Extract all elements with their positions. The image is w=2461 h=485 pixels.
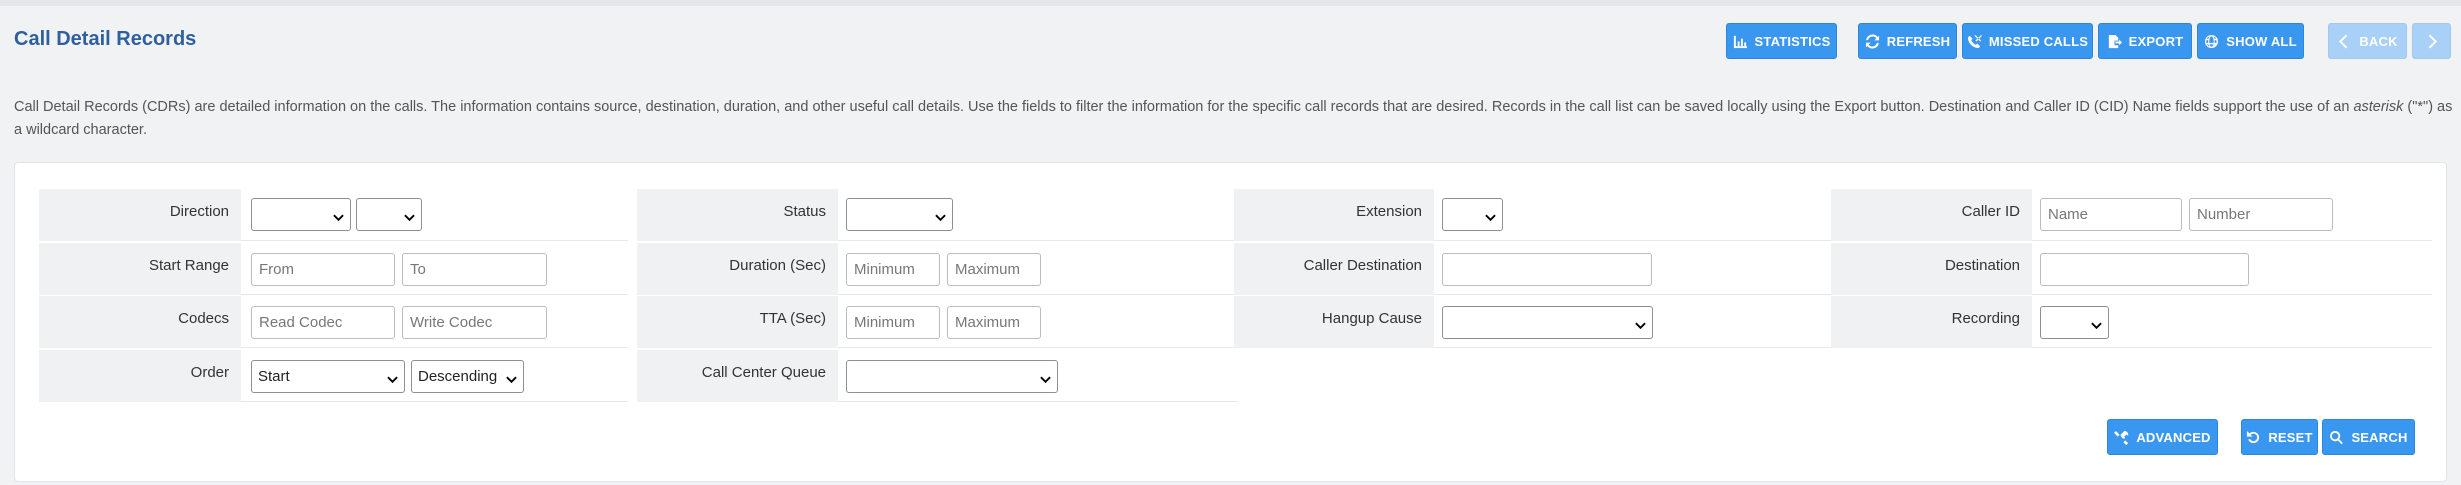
search-button[interactable]: SEARCH bbox=[2322, 419, 2415, 455]
missed-calls-label: MISSED CALLS bbox=[1988, 33, 2089, 49]
direction-label: Direction bbox=[39, 189, 241, 241]
show-all-label: SHOW ALL bbox=[2226, 33, 2297, 49]
filter-panel: Direction Status Extension Caller ID Sta… bbox=[14, 162, 2447, 482]
start-range-to-input[interactable] bbox=[402, 253, 547, 286]
call-center-queue-select[interactable] bbox=[846, 360, 1058, 393]
duration-min-input[interactable] bbox=[846, 253, 940, 286]
hangup-cause-select[interactable] bbox=[1442, 306, 1653, 339]
next-button[interactable] bbox=[2412, 23, 2451, 59]
advanced-label: ADVANCED bbox=[2136, 429, 2211, 445]
search-label: SEARCH bbox=[2351, 429, 2408, 445]
recording-field bbox=[2032, 296, 2432, 348]
chevron-down-icon bbox=[2091, 318, 2102, 330]
caller-destination-label: Caller Destination bbox=[1234, 243, 1434, 295]
chevron-down-icon bbox=[506, 372, 517, 384]
tta-field bbox=[838, 296, 1238, 348]
direction-type-select[interactable] bbox=[356, 198, 422, 231]
status-select[interactable] bbox=[846, 198, 953, 231]
chevron-right-icon bbox=[2428, 33, 2438, 49]
tools-icon bbox=[2114, 430, 2129, 445]
globe-icon bbox=[2205, 34, 2219, 48]
chart-icon bbox=[1733, 35, 1747, 48]
caller-destination-input[interactable] bbox=[1442, 253, 1652, 286]
search-icon bbox=[2330, 430, 2344, 444]
caller-id-label: Caller ID bbox=[1831, 189, 2032, 241]
caller-id-field bbox=[2032, 189, 2432, 241]
write-codec-input[interactable] bbox=[402, 306, 547, 339]
statistics-label: STATISTICS bbox=[1754, 33, 1831, 49]
order-direction-value: Descending bbox=[418, 368, 498, 385]
extension-label: Extension bbox=[1234, 189, 1434, 241]
caller-destination-field bbox=[1434, 243, 1841, 295]
refresh-label: REFRESH bbox=[1886, 33, 1951, 49]
back-button[interactable]: BACK bbox=[2328, 23, 2407, 59]
chevron-down-icon bbox=[387, 372, 398, 384]
destination-field bbox=[2032, 243, 2432, 295]
chevron-down-icon bbox=[1635, 318, 1646, 330]
extension-select[interactable] bbox=[1442, 198, 1503, 231]
codecs-label: Codecs bbox=[39, 296, 241, 348]
page-title: Call Detail Records bbox=[14, 28, 197, 50]
destination-label: Destination bbox=[1831, 243, 2032, 295]
hangup-cause-field bbox=[1434, 296, 1841, 348]
back-label: BACK bbox=[2359, 33, 2398, 49]
duration-label: Duration (Sec) bbox=[637, 243, 838, 295]
direction-select[interactable] bbox=[251, 198, 351, 231]
page-description: Call Detail Records (CDRs) are detailed … bbox=[14, 96, 2454, 142]
status-field bbox=[838, 189, 1238, 241]
statistics-button[interactable]: STATISTICS bbox=[1726, 23, 1837, 59]
order-field-value: Start bbox=[258, 368, 290, 385]
chevron-down-icon bbox=[935, 210, 946, 222]
top-strip bbox=[0, 0, 2461, 6]
chevron-down-icon bbox=[333, 210, 344, 222]
call-center-queue-label: Call Center Queue bbox=[637, 350, 838, 402]
export-button[interactable]: EXPORT bbox=[2098, 23, 2192, 59]
order-direction-select[interactable]: Descending bbox=[411, 360, 524, 393]
duration-max-input[interactable] bbox=[947, 253, 1041, 286]
destination-input[interactable] bbox=[2040, 253, 2249, 286]
recording-select[interactable] bbox=[2040, 306, 2109, 339]
duration-field bbox=[838, 243, 1238, 295]
refresh-button[interactable]: REFRESH bbox=[1858, 23, 1957, 59]
recording-label: Recording bbox=[1831, 296, 2032, 348]
start-range-label: Start Range bbox=[39, 243, 241, 295]
file-export-icon bbox=[2108, 34, 2122, 48]
export-label: EXPORT bbox=[2128, 33, 2184, 49]
undo-icon bbox=[2247, 430, 2260, 443]
caller-id-number-input[interactable] bbox=[2189, 198, 2333, 231]
hangup-cause-label: Hangup Cause bbox=[1234, 296, 1434, 348]
start-range-from-input[interactable] bbox=[251, 253, 395, 286]
missed-calls-button[interactable]: MISSED CALLS bbox=[1962, 23, 2093, 59]
extension-field bbox=[1434, 189, 1841, 241]
show-all-button[interactable]: SHOW ALL bbox=[2197, 23, 2304, 59]
tta-label: TTA (Sec) bbox=[637, 296, 838, 348]
tta-min-input[interactable] bbox=[846, 306, 940, 339]
status-label: Status bbox=[637, 189, 838, 241]
order-field: Start Descending bbox=[241, 350, 628, 402]
advanced-button[interactable]: ADVANCED bbox=[2107, 419, 2218, 455]
order-field-select[interactable]: Start bbox=[251, 360, 405, 393]
codecs-field bbox=[241, 296, 628, 348]
chevron-left-icon bbox=[2339, 33, 2348, 49]
call-center-queue-field bbox=[838, 350, 1238, 402]
reset-label: RESET bbox=[2268, 429, 2313, 445]
caller-id-name-input[interactable] bbox=[2040, 198, 2182, 231]
order-label: Order bbox=[39, 350, 241, 402]
start-range-field bbox=[241, 243, 628, 295]
description-text-1: Call Detail Records (CDRs) are detailed … bbox=[14, 99, 2354, 115]
direction-field bbox=[241, 189, 628, 241]
chevron-down-icon bbox=[1485, 210, 1496, 222]
chevron-down-icon bbox=[1040, 372, 1051, 384]
tta-max-input[interactable] bbox=[947, 306, 1041, 339]
phone-missed-icon bbox=[1967, 34, 1982, 48]
chevron-down-icon bbox=[404, 210, 415, 222]
reset-button[interactable]: RESET bbox=[2241, 419, 2318, 455]
read-codec-input[interactable] bbox=[251, 306, 395, 339]
description-italic: asterisk bbox=[2353, 99, 2404, 115]
refresh-icon bbox=[1865, 34, 1879, 48]
